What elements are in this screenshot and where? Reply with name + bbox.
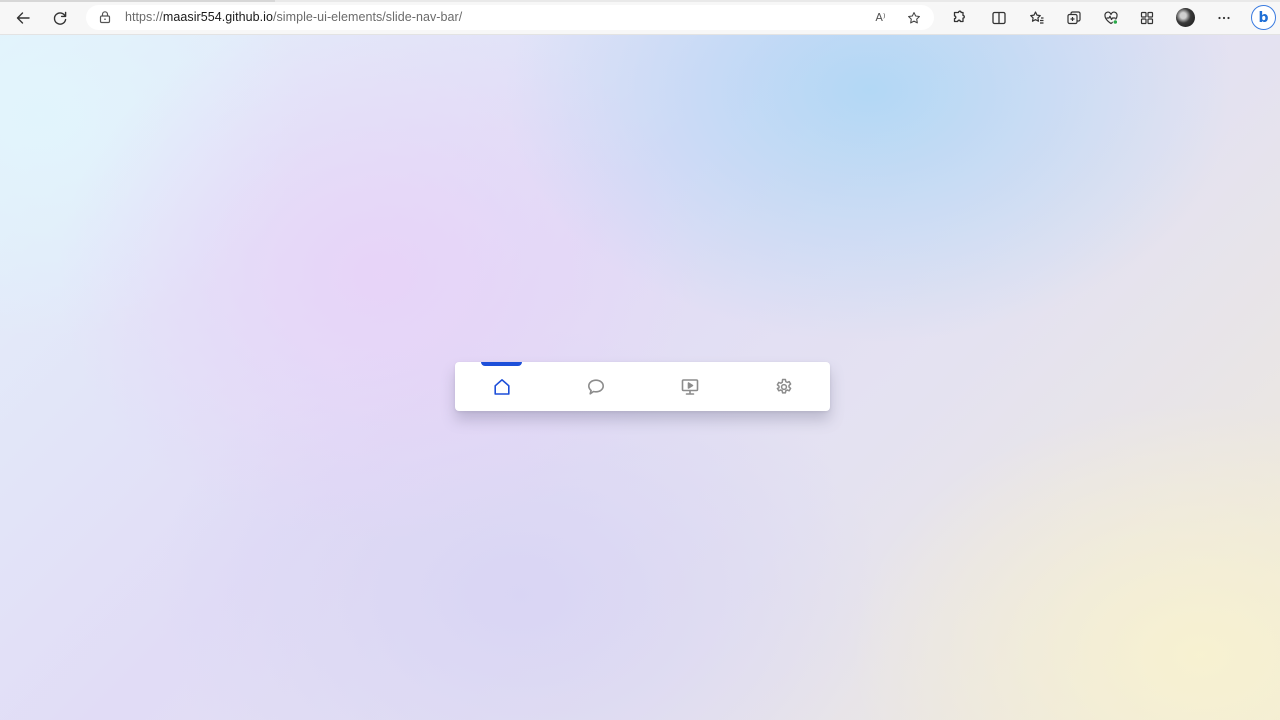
nav-item-settings[interactable] <box>769 372 799 402</box>
lock-icon[interactable] <box>98 10 112 24</box>
chat-bubble-icon <box>588 379 604 395</box>
back-button[interactable] <box>10 5 36 31</box>
refresh-button[interactable] <box>47 5 73 31</box>
url-scheme: https:// <box>125 10 163 24</box>
puzzle-icon <box>953 10 965 23</box>
read-aloud-button[interactable]: A⁾ <box>872 9 889 26</box>
apps-grid-icon <box>1140 11 1154 25</box>
tab-strip-edge <box>0 0 1280 2</box>
active-indicator <box>481 362 522 366</box>
extensions-button[interactable] <box>946 5 972 31</box>
star-icon <box>907 11 920 23</box>
nav-item-presentation[interactable] <box>675 372 705 402</box>
nav-item-chat[interactable] <box>581 372 611 402</box>
address-bar[interactable]: https://maasir554.github.io/simple-ui-el… <box>86 5 934 30</box>
browser-toolbar: https://maasir554.github.io/simple-ui-el… <box>0 0 1280 35</box>
more-dots-icon <box>1218 16 1230 20</box>
split-screen-icon <box>992 11 1006 25</box>
active-tab-edge <box>0 0 275 2</box>
back-arrow-icon <box>16 12 30 24</box>
nav-item-home[interactable] <box>487 372 517 402</box>
favorites-list-icon <box>1030 11 1044 24</box>
heart-pulse-icon <box>1104 11 1118 25</box>
split-screen-button[interactable] <box>986 5 1012 31</box>
favorites-button[interactable] <box>1024 5 1050 31</box>
collections-icon <box>1067 11 1081 25</box>
url-text[interactable]: https://maasir554.github.io/simple-ui-el… <box>125 10 462 24</box>
collections-button[interactable] <box>1061 5 1087 31</box>
monitor-play-icon <box>681 379 699 395</box>
performance-button[interactable] <box>1098 5 1124 31</box>
bing-icon: b <box>1258 9 1269 26</box>
slide-nav-bar <box>455 362 830 411</box>
url-host: maasir554.github.io <box>162 10 273 24</box>
gear-icon <box>776 378 792 394</box>
more-button[interactable] <box>1211 5 1237 31</box>
apps-button[interactable] <box>1134 5 1160 31</box>
bing-copilot-button[interactable]: b <box>1251 5 1276 30</box>
read-aloud-icon: A⁾ <box>875 11 886 24</box>
add-favorite-button[interactable] <box>905 9 922 26</box>
home-icon <box>494 379 510 395</box>
avatar[interactable] <box>1176 8 1195 27</box>
page-viewport <box>0 35 1280 720</box>
refresh-icon <box>53 11 67 25</box>
url-path: /simple-ui-elements/slide-nav-bar/ <box>272 10 463 24</box>
